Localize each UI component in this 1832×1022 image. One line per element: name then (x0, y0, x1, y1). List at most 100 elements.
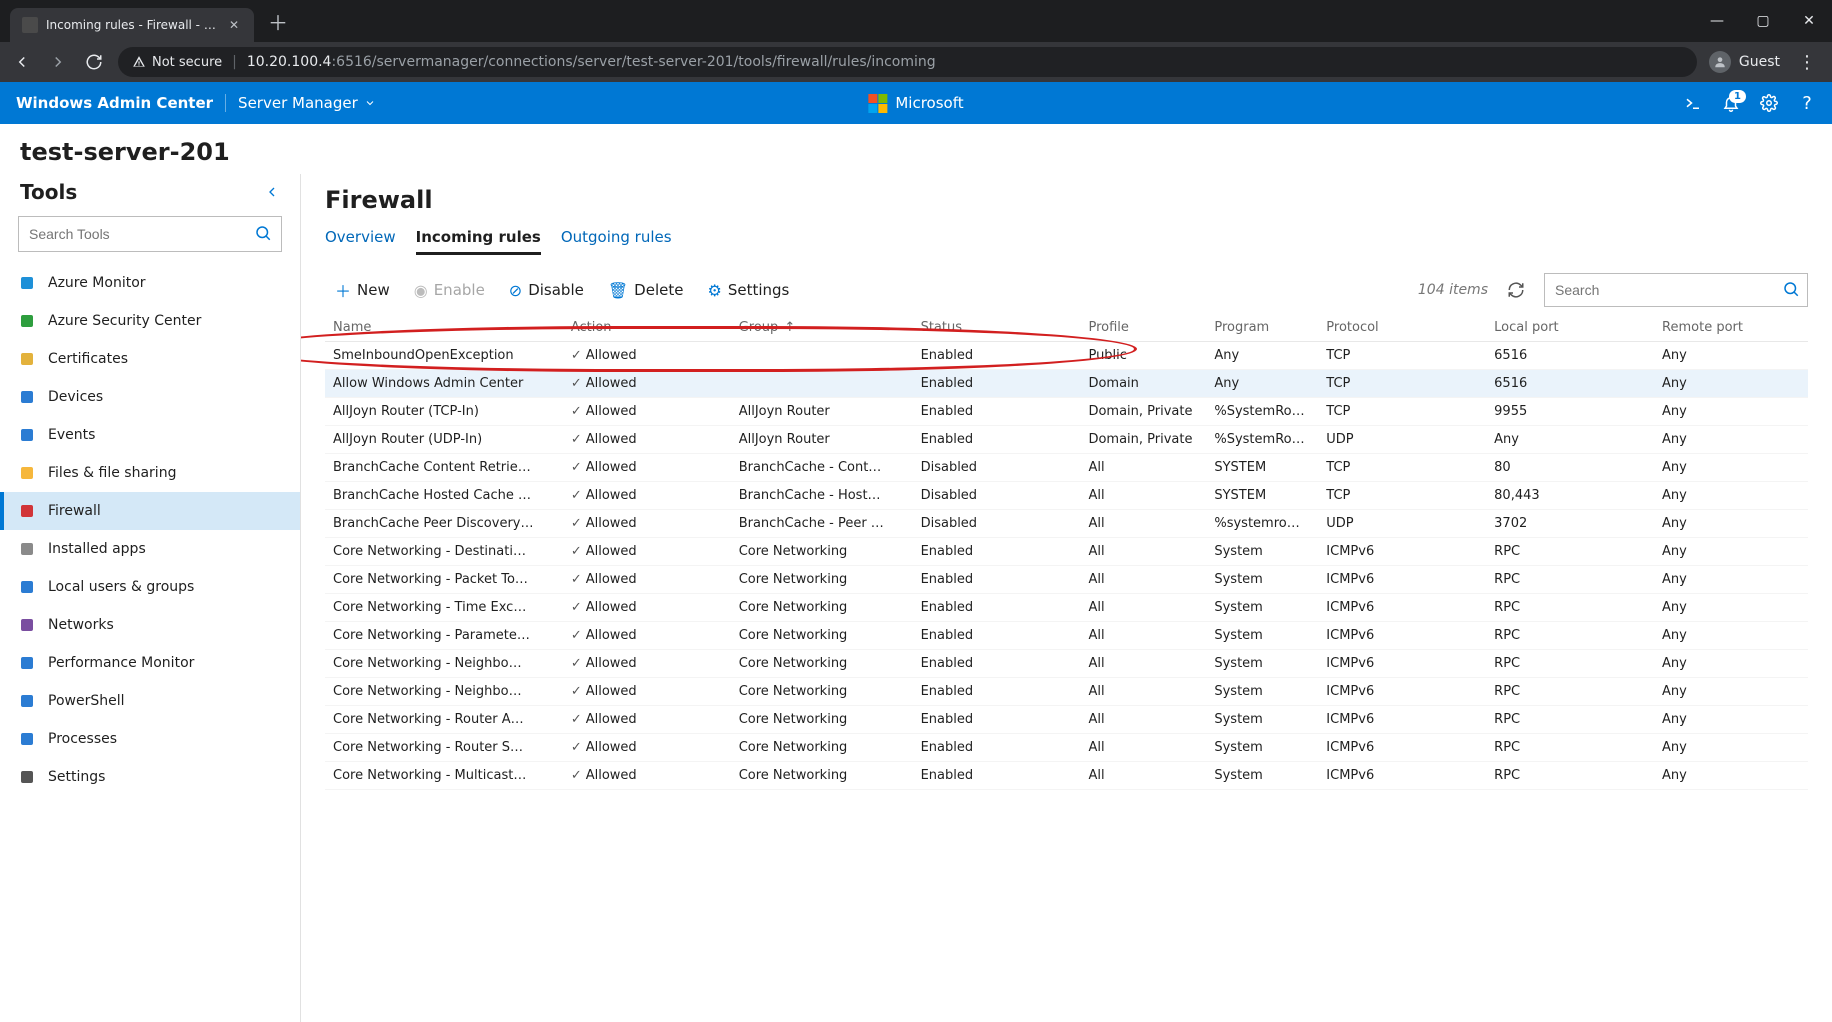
back-button[interactable] (10, 50, 34, 74)
settings-button[interactable]: ⚙Settings (697, 277, 799, 304)
sidebar-item-label: Certificates (48, 351, 128, 367)
table-row[interactable]: BranchCache Content Retrie…✓AllowedBranc… (325, 454, 1808, 482)
table-row[interactable]: AllJoyn Router (UDP-In)✓AllowedAllJoyn R… (325, 426, 1808, 454)
perf-icon (18, 654, 36, 672)
table-row[interactable]: Core Networking - Neighbo…✓AllowedCore N… (325, 650, 1808, 678)
col-action[interactable]: Action (563, 314, 731, 342)
folder-icon (18, 464, 36, 482)
table-row[interactable]: Core Networking - Multicast…✓AllowedCore… (325, 762, 1808, 790)
table-row[interactable]: BranchCache Hosted Cache …✓AllowedBranch… (325, 482, 1808, 510)
window-maximize-icon[interactable]: ▢ (1740, 0, 1786, 42)
check-icon: ✓ (571, 432, 582, 447)
search-tools-input[interactable] (18, 216, 282, 252)
table-row[interactable]: Allow Windows Admin Center✓AllowedEnable… (325, 370, 1808, 398)
sidebar-item-label: Events (48, 427, 95, 443)
notifications-icon[interactable]: 1 (1722, 94, 1740, 112)
table-row[interactable]: Core Networking - Destinati…✓AllowedCore… (325, 538, 1808, 566)
new-tab-button[interactable]: ＋ (264, 7, 292, 35)
sidebar-item-certificates[interactable]: Certificates (0, 340, 300, 378)
search-rules-input[interactable] (1544, 273, 1808, 307)
table-row[interactable]: SmeInboundOpenException✓AllowedEnabledPu… (325, 342, 1808, 370)
check-icon: ✓ (571, 376, 582, 391)
profile-button[interactable]: Guest (1709, 51, 1780, 73)
proc-icon (18, 730, 36, 748)
sidebar-item-performance-monitor[interactable]: Performance Monitor (0, 644, 300, 682)
sidebar-item-installed-apps[interactable]: Installed apps (0, 530, 300, 568)
check-icon: ✓ (571, 404, 582, 419)
table-row[interactable]: Core Networking - Packet To…✓AllowedCore… (325, 566, 1808, 594)
devices-icon (18, 388, 36, 406)
check-icon: ✓ (571, 628, 582, 643)
tab-outgoing-rules[interactable]: Outgoing rules (561, 222, 672, 255)
table-row[interactable]: Core Networking - Neighbo…✓AllowedCore N… (325, 678, 1808, 706)
col-name[interactable]: Name (325, 314, 563, 342)
azure-monitor-icon (18, 274, 36, 292)
main-content: Firewall Overview Incoming rules Outgoin… (301, 174, 1832, 1022)
sidebar-item-settings[interactable]: Settings (0, 758, 300, 796)
check-icon: ✓ (571, 348, 582, 363)
tab-incoming-rules[interactable]: Incoming rules (416, 222, 541, 255)
check-icon: ✓ (571, 656, 582, 671)
sidebar-item-firewall[interactable]: Firewall (0, 492, 300, 530)
check-icon: ✓ (571, 488, 582, 503)
app-brand[interactable]: Windows Admin Center (16, 94, 226, 112)
sidebar-item-azure-monitor[interactable]: Azure Monitor (0, 264, 300, 302)
table-row[interactable]: BranchCache Peer Discovery…✓AllowedBranc… (325, 510, 1808, 538)
col-profile[interactable]: Profile (1080, 314, 1206, 342)
sidebar-item-label: Networks (48, 617, 114, 633)
collapse-tools-icon[interactable] (264, 184, 280, 200)
tab-close-icon[interactable]: ✕ (226, 17, 242, 33)
table-row[interactable]: Core Networking - Time Exc…✓AllowedCore … (325, 594, 1808, 622)
forward-button[interactable] (46, 50, 70, 74)
col-protocol[interactable]: Protocol (1318, 314, 1486, 342)
check-icon: ✓ (571, 768, 582, 783)
sidebar-item-events[interactable]: Events (0, 416, 300, 454)
sidebar-item-networks[interactable]: Networks (0, 606, 300, 644)
browser-tab[interactable]: Incoming rules - Firewall - Server… ✕ (10, 8, 254, 42)
refresh-button[interactable] (1502, 276, 1530, 304)
sidebar-item-powershell[interactable]: PowerShell (0, 682, 300, 720)
delete-button[interactable]: 🗑Delete (598, 277, 694, 304)
tab-favicon (22, 17, 38, 33)
table-row[interactable]: Core Networking - Router A…✓AllowedCore … (325, 706, 1808, 734)
table-row[interactable]: AllJoyn Router (TCP-In)✓AllowedAllJoyn R… (325, 398, 1808, 426)
browser-menu-icon[interactable]: ⋮ (1792, 52, 1822, 73)
sidebar-item-label: PowerShell (48, 693, 124, 709)
col-remoteport[interactable]: Remote port (1654, 314, 1808, 342)
table-row[interactable]: Core Networking - Paramete…✓AllowedCore … (325, 622, 1808, 650)
check-icon: ✓ (571, 684, 582, 699)
settings-gear-icon[interactable] (1760, 94, 1778, 112)
check-icon: ✓ (571, 572, 582, 587)
reload-button[interactable] (82, 50, 106, 74)
omnibox[interactable]: Not secure | 10.20.100.4:6516/servermana… (118, 47, 1697, 77)
events-icon (18, 426, 36, 444)
col-program[interactable]: Program (1206, 314, 1318, 342)
sidebar-item-files-file-sharing[interactable]: Files & file sharing (0, 454, 300, 492)
browser-address-bar: Not secure | 10.20.100.4:6516/servermana… (0, 42, 1832, 82)
window-close-icon[interactable]: ✕ (1786, 0, 1832, 42)
check-icon: ✓ (571, 460, 582, 475)
rules-grid[interactable]: Name Action Group ↑ Status Profile Progr… (325, 313, 1808, 1022)
ps-icon (18, 692, 36, 710)
col-status[interactable]: Status (913, 314, 1081, 342)
sidebar-item-devices[interactable]: Devices (0, 378, 300, 416)
sidebar-item-label: Processes (48, 731, 117, 747)
table-row[interactable]: Core Networking - Router S…✓AllowedCore … (325, 734, 1808, 762)
users-icon (18, 578, 36, 596)
window-minimize-icon[interactable]: — (1694, 0, 1740, 42)
network-icon (18, 616, 36, 634)
disable-button[interactable]: ⊘Disable (499, 277, 594, 304)
col-group[interactable]: Group ↑ (731, 314, 913, 342)
col-localport[interactable]: Local port (1486, 314, 1654, 342)
sidebar-item-label: Local users & groups (48, 579, 194, 595)
help-icon[interactable]: ? (1798, 94, 1816, 112)
gear-icon (18, 768, 36, 786)
sidebar-item-azure-security-center[interactable]: Azure Security Center (0, 302, 300, 340)
console-icon[interactable] (1684, 94, 1702, 112)
sidebar-item-processes[interactable]: Processes (0, 720, 300, 758)
sidebar-item-local-users-groups[interactable]: Local users & groups (0, 568, 300, 606)
breadcrumb-server-manager[interactable]: Server Manager (238, 94, 376, 112)
enable-button[interactable]: ◉Enable (404, 277, 495, 304)
new-button[interactable]: ＋New (325, 274, 400, 306)
tab-overview[interactable]: Overview (325, 222, 396, 255)
